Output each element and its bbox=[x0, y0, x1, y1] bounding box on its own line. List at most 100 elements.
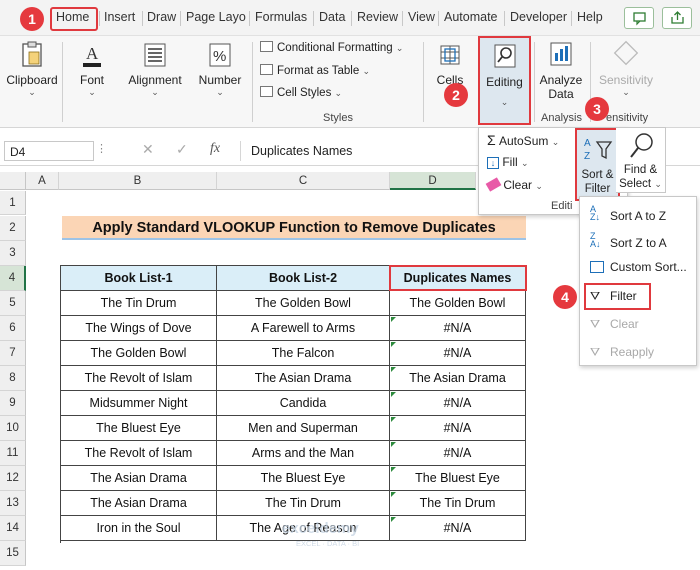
table-cell[interactable]: Men and Superman bbox=[217, 416, 390, 441]
sort-filter-button[interactable]: AZ Sort & Filter bbox=[575, 128, 620, 201]
table-cell[interactable]: #N/A bbox=[390, 441, 526, 466]
table-cell[interactable]: #N/A bbox=[390, 391, 526, 416]
table-cell[interactable]: The Tin Drum bbox=[61, 291, 217, 316]
row-header[interactable]: 4 bbox=[0, 266, 26, 291]
autosum-button[interactable]: Σ AutoSum ⌄ bbox=[487, 132, 559, 148]
column-header-a[interactable]: A bbox=[26, 172, 59, 190]
row-header[interactable]: 1 bbox=[0, 191, 26, 215]
clipboard-button[interactable]: Clipboard ⌄ bbox=[4, 40, 60, 98]
magnifier-icon bbox=[630, 133, 653, 158]
row-header[interactable]: 11 bbox=[0, 441, 26, 466]
clear-filter-item[interactable]: ⛛ Clear bbox=[590, 317, 639, 332]
table-cell[interactable]: The Asian Drama bbox=[390, 366, 526, 391]
row-header[interactable]: 7 bbox=[0, 341, 26, 366]
insert-function-icon[interactable]: fx bbox=[210, 141, 220, 157]
cells-button[interactable]: Cells bbox=[430, 40, 470, 87]
svg-text:A: A bbox=[86, 44, 99, 63]
table-cell[interactable]: #N/A bbox=[390, 316, 526, 341]
table-cell[interactable]: The Golden Bowl bbox=[217, 291, 390, 316]
column-header-d[interactable]: D bbox=[390, 172, 476, 190]
table-cell[interactable]: #N/A bbox=[390, 416, 526, 441]
analyze-data-button[interactable]: Analyze Data bbox=[537, 40, 585, 101]
name-box-menu-icon[interactable]: ⋮ bbox=[96, 142, 107, 155]
row-header[interactable]: 14 bbox=[0, 516, 26, 541]
cell-styles-button[interactable]: Cell Styles ⌄ bbox=[260, 86, 342, 99]
table-cell[interactable]: The Tin Drum bbox=[390, 491, 526, 516]
tab-insert[interactable]: Insert bbox=[104, 10, 135, 24]
table-cell[interactable]: #N/A bbox=[390, 341, 526, 366]
table-cell[interactable]: The Golden Bowl bbox=[390, 291, 526, 316]
tab-page-layout[interactable]: Page Layo bbox=[186, 10, 246, 24]
table-cell[interactable]: The Asian Drama bbox=[61, 491, 217, 516]
number-button[interactable]: % Number ⌄ bbox=[192, 40, 248, 98]
row-header[interactable]: 13 bbox=[0, 491, 26, 516]
tab-automate[interactable]: Automate bbox=[444, 10, 498, 24]
tab-data[interactable]: Data bbox=[319, 10, 345, 24]
row-header[interactable]: 12 bbox=[0, 466, 26, 491]
tab-review[interactable]: Review bbox=[357, 10, 398, 24]
fill-button[interactable]: ↓ Fill ⌄ bbox=[487, 155, 529, 169]
table-cell[interactable]: The Asian Drama bbox=[217, 366, 390, 391]
comments-button[interactable] bbox=[624, 7, 654, 29]
alignment-button[interactable]: Alignment ⌄ bbox=[122, 40, 188, 98]
table-cell[interactable]: The Bluest Eye bbox=[61, 416, 217, 441]
reapply-item[interactable]: ⛛ Reapply bbox=[590, 345, 654, 360]
table-cell[interactable]: The Golden Bowl bbox=[61, 341, 217, 366]
table-cell[interactable]: Arms and the Man bbox=[217, 441, 390, 466]
table-cell[interactable]: Iron in the Soul bbox=[61, 516, 217, 541]
table-header-cell[interactable]: Book List-2 bbox=[217, 266, 390, 291]
comment-icon bbox=[633, 12, 646, 26]
share-button[interactable] bbox=[662, 7, 692, 29]
tab-help[interactable]: Help bbox=[577, 10, 603, 24]
conditional-formatting-button[interactable]: Conditional Formatting ⌄ bbox=[260, 41, 403, 54]
clear-button[interactable]: Clear ⌄ bbox=[485, 177, 543, 192]
table-cell[interactable]: The Asian Drama bbox=[61, 466, 217, 491]
row-header[interactable]: 8 bbox=[0, 366, 26, 391]
row-header[interactable]: 15 bbox=[0, 541, 26, 566]
table-cell[interactable]: Midsummer Night bbox=[61, 391, 217, 416]
row-header[interactable]: 5 bbox=[0, 291, 26, 316]
font-button[interactable]: A Font ⌄ bbox=[66, 40, 118, 98]
sensitivity-icon bbox=[613, 40, 639, 66]
sheet-title[interactable]: Apply Standard VLOOKUP Function to Remov… bbox=[62, 216, 526, 240]
row-header[interactable]: 9 bbox=[0, 391, 26, 416]
sort-descending-icon: Z A↓ bbox=[590, 231, 601, 249]
tab-draw[interactable]: Draw bbox=[147, 10, 176, 24]
sort-z-to-a-item[interactable]: Z A↓ Sort Z to A bbox=[590, 231, 667, 251]
name-box[interactable]: D4 bbox=[4, 141, 94, 161]
format-as-table-button[interactable]: Format as Table ⌄ bbox=[260, 64, 370, 77]
sort-label: Sort & bbox=[581, 169, 614, 181]
tab-view[interactable]: View bbox=[408, 10, 435, 24]
tab-formulas[interactable]: Formulas bbox=[255, 10, 307, 24]
row-header[interactable]: 10 bbox=[0, 416, 26, 441]
editing-button[interactable]: Editing ⌄ bbox=[478, 36, 531, 125]
row-header[interactable]: 6 bbox=[0, 316, 26, 341]
table-cell[interactable]: A Farewell to Arms bbox=[217, 316, 390, 341]
formula-input[interactable]: Duplicates Names bbox=[240, 141, 476, 161]
table-cell[interactable]: The Tin Drum bbox=[217, 491, 390, 516]
table-cell[interactable]: The Wings of Dove bbox=[61, 316, 217, 341]
column-header-b[interactable]: B bbox=[59, 172, 217, 190]
tab-developer[interactable]: Developer bbox=[510, 10, 567, 24]
row-header[interactable]: 2 bbox=[0, 216, 26, 241]
row-header[interactable]: 3 bbox=[0, 241, 26, 266]
table-cell[interactable]: The Bluest Eye bbox=[390, 466, 526, 491]
table-cell[interactable]: Candida bbox=[217, 391, 390, 416]
chevron-down-icon: ⌄ bbox=[551, 137, 560, 147]
sort-a-to-z-item[interactable]: A Z↓ Sort A to Z bbox=[590, 205, 666, 224]
sensitivity-button[interactable]: Sensitivity ⌄ bbox=[596, 40, 656, 98]
table-cell[interactable]: The Revolt of Islam bbox=[61, 441, 217, 466]
cancel-icon[interactable]: ✕ bbox=[142, 141, 154, 158]
clear-filter-label: Clear bbox=[610, 317, 639, 331]
table-header-cell[interactable]: Book List-1 bbox=[61, 266, 217, 291]
column-header-c[interactable]: C bbox=[217, 172, 390, 190]
custom-sort-item[interactable]: Custom Sort... bbox=[590, 260, 687, 274]
enter-icon[interactable]: ✓ bbox=[176, 141, 188, 158]
find-select-button[interactable]: Find & Select ⌄ bbox=[616, 127, 666, 193]
table-cell[interactable]: The Bluest Eye bbox=[217, 466, 390, 491]
table-cell[interactable]: The Revolt of Islam bbox=[61, 366, 217, 391]
table-cell[interactable]: #N/A bbox=[390, 516, 526, 541]
select-all-corner[interactable] bbox=[0, 172, 26, 190]
table-cell[interactable]: The Falcon bbox=[217, 341, 390, 366]
filter-item[interactable]: ⛛ Filter bbox=[590, 289, 637, 304]
